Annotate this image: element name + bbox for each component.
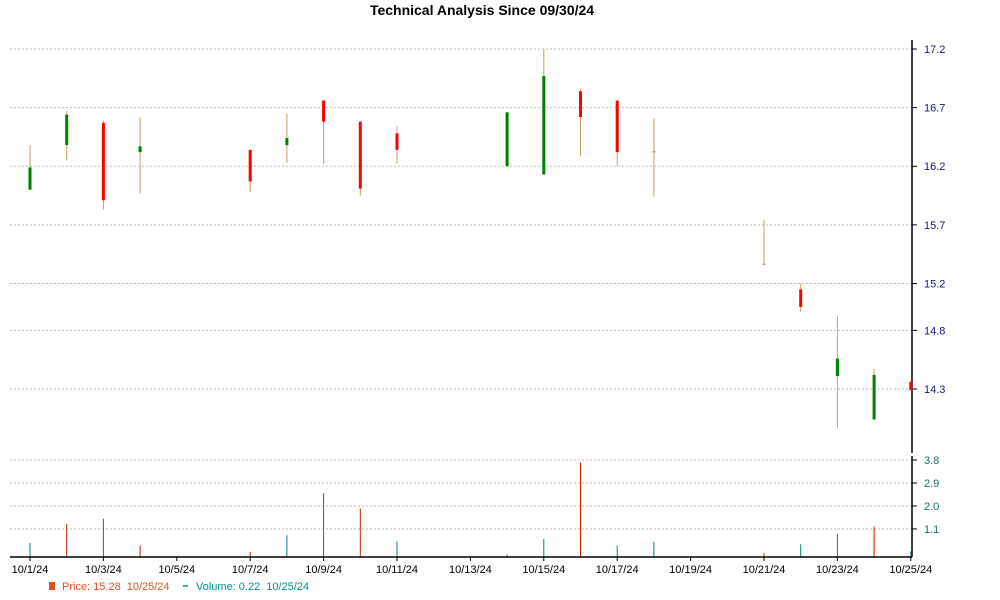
candle [505,112,509,167]
candle-body [652,151,656,153]
x-tick-label: 10/19/24 [669,564,712,576]
volume-tick-label: 2.0 [924,501,939,513]
candle-body [579,91,582,117]
x-tick-label: 10/11/24 [376,564,418,576]
candle [872,369,876,420]
candle [322,100,326,164]
x-tick-label: 10/25/24 [889,564,932,576]
x-tick-label: 10/1/24 [12,564,49,576]
candle-body [322,100,326,122]
candle-body [248,149,252,182]
candle [358,121,362,196]
x-tick-label: 10/21/24 [743,564,786,576]
candle-body [28,167,32,190]
x-tick-label: 10/5/24 [158,564,195,576]
x-tick-label: 10/9/24 [305,564,342,576]
price-tick-label: 14.8 [924,325,945,337]
candle [138,117,142,194]
price-legend-label: Price: 15.28 10/25/24 [62,581,170,593]
candle [835,316,839,428]
candle-body [762,263,766,266]
x-axis: 10/1/24 10/3/24 10/5/24 10/7/24 10/9/24 10/11… [10,556,932,576]
candle [579,88,582,156]
volume-tick-label: 3.8 [924,455,939,467]
x-tick-label: 10/7/24 [232,564,269,576]
candle-body [835,358,839,377]
candle-body [101,122,105,201]
candle [395,126,399,164]
legend: Price: 15.28 10/25/24 Volume: 0.22 10/25/2… [49,581,309,593]
candle [542,49,546,175]
candle [615,100,619,167]
candle-body [65,114,69,146]
price-tick-label: 14.3 [924,384,945,396]
price-tick-label: 16.2 [924,161,945,173]
price-tick-label: 16.7 [924,103,945,115]
candle-body [505,112,509,167]
volume-tick-label: 2.9 [924,478,939,490]
candle-body [138,146,142,153]
candle-body [799,289,803,307]
price-tick-label: 15.2 [924,278,945,290]
volume-tick-label: 1.1 [924,524,939,536]
volume-panel: 1.1 2.0 2.9 3.8 [10,455,939,557]
chart-title: Technical Analysis Since 09/30/24 [370,2,594,18]
x-tick-label: 10/13/24 [449,564,492,576]
candle-body [395,133,399,150]
candle [248,149,252,193]
candle [65,111,69,161]
volume-legend-label: Volume: 0.22 10/25/24 [196,581,309,593]
candle-body [909,381,913,391]
candle [285,113,289,163]
technical-analysis-chart: Technical Analysis Since 09/30/24 14.314… [10,2,945,593]
candle [28,145,32,190]
candle [799,283,803,312]
price-tick-label: 17.2 [924,44,945,56]
candle [101,120,105,210]
price-legend-swatch [49,582,55,590]
candle-body [358,121,362,189]
candle-body [615,100,619,153]
price-tick-label: 15.7 [924,220,945,232]
x-tick-label: 10/15/24 [522,564,565,576]
candle-body [542,75,546,175]
x-tick-label: 10/3/24 [85,564,122,576]
candle-body [285,138,289,146]
x-tick-label: 10/17/24 [596,564,639,576]
candle-body [872,374,876,420]
price-panel: 14.3 14.8 15.2 15.7 16.2 16.7 17.2 [10,40,945,453]
candle [652,118,656,197]
candle [762,220,766,266]
x-tick-label: 10/23/24 [816,564,859,576]
